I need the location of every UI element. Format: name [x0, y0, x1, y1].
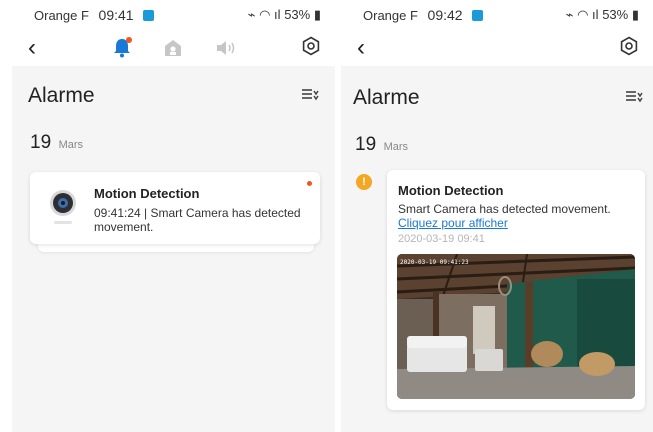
signal-icon: ⌁ ◠ ıl: [565, 7, 599, 22]
settings-gear-icon[interactable]: [301, 36, 321, 61]
carrier-label: Orange F: [363, 8, 418, 23]
view-link[interactable]: Cliquez pour afficher: [398, 216, 508, 230]
battery-level: 53%: [602, 7, 629, 22]
filter-list-icon[interactable]: [625, 88, 643, 109]
card-message: 09:41:24 | Smart Camera has detected mov…: [94, 206, 301, 234]
card-timestamp: 2020-03-19 09:41: [398, 233, 485, 245]
date-header: 19 Mars: [355, 134, 408, 156]
card-message: Smart Camera has detected movement.: [398, 202, 611, 216]
status-left: Orange F 09:41: [34, 7, 155, 23]
status-left: Orange F 09:42: [363, 7, 484, 23]
right-screen: Orange F 09:42 ⌁ ◠ ıl 53% ▮ ‹ Alarme 19 …: [341, 0, 653, 432]
notification-card[interactable]: Motion Detection Smart Camera has detect…: [387, 170, 645, 410]
settings-gear-icon[interactable]: [619, 36, 639, 61]
toolbar: ‹: [341, 28, 653, 66]
card-title: Motion Detection: [398, 183, 504, 198]
status-time: 09:42: [427, 7, 463, 23]
app-notification-icon: [472, 10, 484, 21]
speaker-icon[interactable]: [214, 37, 238, 64]
page-title: Alarme: [353, 86, 420, 109]
status-time: 09:41: [98, 7, 134, 23]
app-notification-icon: [143, 10, 155, 21]
card-title: Motion Detection: [94, 186, 200, 201]
battery-level: 53%: [284, 7, 311, 22]
carrier-label: Orange F: [34, 8, 89, 23]
notification-card[interactable]: Motion Detection 09:41:24 | Smart Camera…: [30, 172, 320, 244]
unread-dot: [307, 181, 312, 186]
date-day: 19: [355, 134, 377, 155]
date-month: Mars: [383, 141, 409, 153]
date-month: Mars: [58, 139, 84, 151]
status-right: ⌁ ◠ ıl 53% ▮: [248, 7, 321, 23]
left-screen: Orange F 09:41 ⌁ ◠ ıl 53% ▮ ‹ Alarme 19 …: [12, 0, 335, 432]
toolbar: ‹: [12, 28, 335, 66]
home-icon[interactable]: [162, 37, 184, 64]
camera-icon: [48, 188, 78, 233]
battery-icon: ▮: [313, 7, 321, 22]
status-bar: Orange F 09:41 ⌁ ◠ ıl 53% ▮: [12, 0, 335, 28]
back-button[interactable]: ‹: [357, 34, 365, 62]
snapshot-overlay-time: 2020-03-19 09:41:23: [400, 259, 469, 266]
date-header: 19 Mars: [30, 132, 83, 154]
bell-icon[interactable]: [110, 36, 134, 65]
status-right: ⌁ ◠ ıl 53% ▮: [566, 7, 639, 23]
battery-icon: ▮: [631, 7, 639, 22]
alert-icon: !: [356, 174, 372, 190]
camera-snapshot[interactable]: 2020-03-19 09:41:23: [397, 254, 635, 399]
signal-icon: ⌁ ◠ ıl: [247, 7, 281, 22]
back-button[interactable]: ‹: [28, 34, 36, 62]
page-title: Alarme: [28, 84, 95, 107]
filter-list-icon[interactable]: [301, 86, 319, 107]
date-day: 19: [30, 132, 52, 153]
status-bar: Orange F 09:42 ⌁ ◠ ıl 53% ▮: [341, 0, 653, 28]
